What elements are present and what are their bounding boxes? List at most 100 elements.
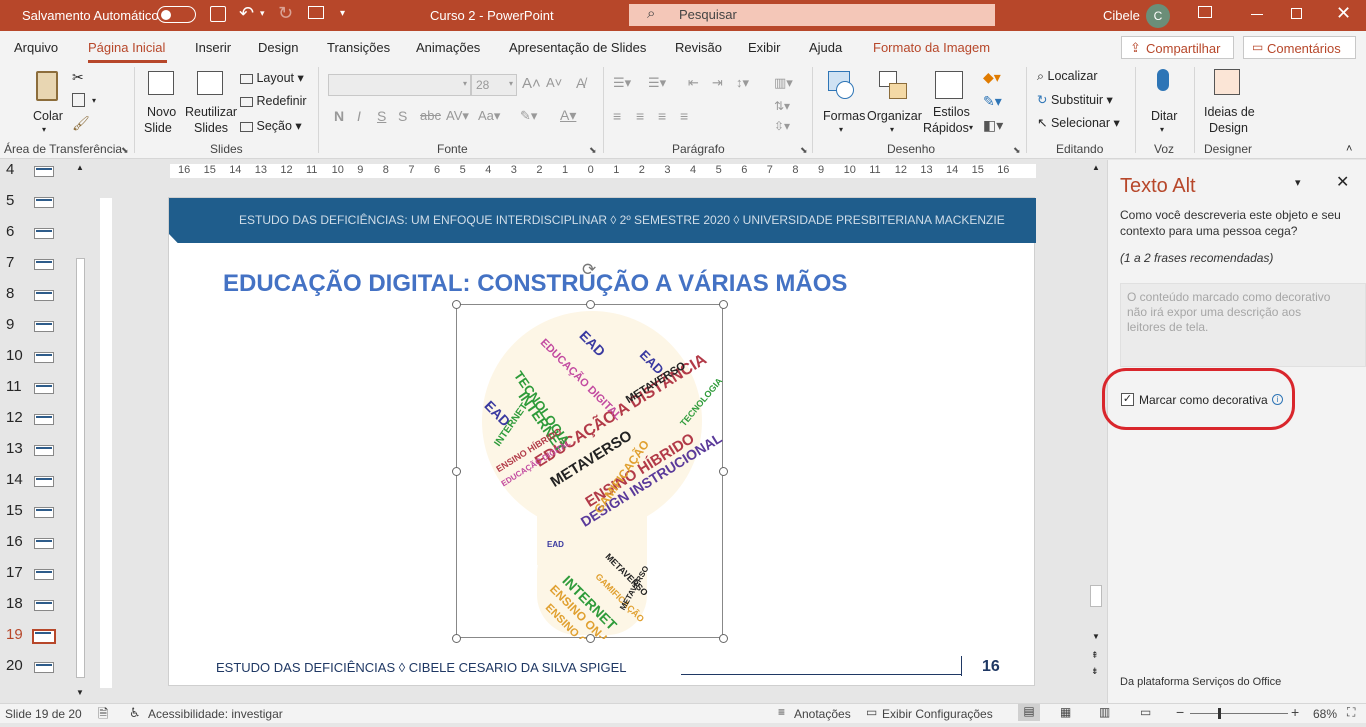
zoom-level[interactable]: 68%	[1313, 707, 1337, 721]
slide-footer[interactable]: ESTUDO DAS DEFICIÊNCIAS ◊ CIBELE CESARIO…	[216, 660, 627, 675]
slide-thumbnail[interactable]: 6	[0, 223, 60, 243]
reset-button[interactable]: Redefinir	[240, 94, 307, 108]
save-icon[interactable]	[210, 6, 226, 22]
reuse-slides-button[interactable]: Reutilizar Slides	[185, 69, 237, 139]
previous-slide-icon[interactable]: ⇞	[1091, 650, 1099, 661]
new-slide-button[interactable]: Novo Slide	[142, 69, 182, 139]
undo-dropdown-icon[interactable]: ▾	[260, 8, 265, 19]
ribbon-display-icon[interactable]	[1198, 6, 1212, 18]
format-painter-icon[interactable]: 🖌	[72, 115, 90, 132]
slide-thumbnail[interactable]: 14	[0, 471, 60, 491]
user-name[interactable]: Cibele	[1103, 8, 1140, 23]
resize-handle[interactable]	[452, 467, 461, 476]
slide-thumbnail[interactable]: 9	[0, 316, 60, 336]
slide-thumbnail[interactable]: 5	[0, 192, 60, 212]
editor-scrollbar[interactable]: ▲ ▼ ⇞ ⇟	[1088, 160, 1104, 703]
close-icon[interactable]: ✕	[1336, 3, 1351, 24]
slide-thumbnail[interactable]: 4	[0, 161, 60, 181]
text-direction-icon[interactable]: ⇅▾	[774, 99, 790, 113]
slide-canvas[interactable]: ESTUDO DAS DEFICIÊNCIAS: UM ENFOQUE INTE…	[168, 197, 1036, 686]
highlight-icon[interactable]: ✎▾	[520, 108, 537, 124]
grow-font-icon[interactable]: A˄	[522, 75, 541, 92]
undo-icon[interactable]: ↶	[239, 3, 254, 24]
notes-icon[interactable]: ≡	[778, 705, 785, 719]
design-ideas-button[interactable]: Ideias de Design	[1200, 69, 1256, 139]
shrink-font-icon[interactable]: A˅	[546, 75, 562, 90]
case-icon[interactable]: Aa▾	[478, 108, 500, 124]
tab-pagina-inicial[interactable]: Página Inicial	[88, 40, 165, 55]
present-icon[interactable]	[308, 6, 324, 19]
slide-thumbnail[interactable]: 12	[0, 409, 60, 429]
italic-icon[interactable]: I	[357, 108, 361, 124]
tab-arquivo[interactable]: Arquivo	[14, 40, 58, 55]
resize-handle[interactable]	[586, 634, 595, 643]
bullets-icon[interactable]: ☰▾	[613, 75, 631, 91]
strikethrough-icon[interactable]: abc	[420, 108, 441, 123]
underline-icon[interactable]: S	[377, 108, 386, 124]
avatar[interactable]: C	[1146, 4, 1170, 28]
fit-slide-icon[interactable]: ⛶	[1347, 705, 1355, 720]
cut-icon[interactable]: ✂	[72, 69, 84, 86]
decorative-checkbox[interactable]: ✓	[1121, 393, 1134, 406]
tab-apresentacao[interactable]: Apresentação de Slides	[509, 40, 646, 55]
paragraph-launcher-icon[interactable]: ⬊	[800, 145, 808, 156]
scroll-down-icon[interactable]: ▼	[76, 688, 84, 697]
zoom-slider-thumb[interactable]	[1218, 708, 1221, 719]
tab-formato-imagem[interactable]: Formato da Imagem	[873, 40, 990, 55]
copy-dropdown-icon[interactable]: ▾	[92, 96, 96, 105]
minimize-icon[interactable]	[1251, 14, 1263, 15]
slideshow-icon[interactable]: ▭	[1140, 705, 1151, 719]
rotate-handle-icon[interactable]: ⟳	[582, 260, 596, 280]
spacing-icon[interactable]: AV▾	[446, 108, 469, 124]
scroll-down-icon[interactable]: ▼	[1092, 632, 1100, 641]
next-slide-icon[interactable]: ⇟	[1091, 666, 1099, 677]
slide-thumbnail[interactable]: 17	[0, 564, 60, 584]
normal-view-icon[interactable]: ▤	[1018, 704, 1040, 721]
shadow-icon[interactable]: S	[398, 108, 407, 124]
shape-effects-icon[interactable]: ◧▾	[983, 117, 1003, 134]
drawing-launcher-icon[interactable]: ⬊	[1013, 145, 1021, 156]
section-button[interactable]: Seção ▾	[240, 118, 302, 133]
resize-handle[interactable]	[452, 300, 461, 309]
slide-thumbnail[interactable]: 20	[0, 657, 60, 677]
find-button[interactable]: ⌕ Localizar	[1037, 69, 1098, 84]
quick-styles-button[interactable]: Estilos Rápidos ▾	[923, 69, 977, 139]
paste-button[interactable]: Colar ▾	[30, 69, 66, 139]
pane-close-icon[interactable]: ✕	[1336, 172, 1349, 192]
slide-thumbnail[interactable]: 19	[0, 626, 60, 646]
tab-revisao[interactable]: Revisão	[675, 40, 722, 55]
display-settings-button[interactable]: Exibir Configurações	[882, 707, 993, 721]
tab-exibir[interactable]: Exibir	[748, 40, 781, 55]
customize-qat-icon[interactable]: ▾	[340, 8, 345, 19]
justify-icon[interactable]: ≡	[680, 108, 688, 124]
slide-title[interactable]: EDUCAÇÃO DIGITAL: CONSTRUÇÃO A VÁRIAS MÃ…	[223, 270, 847, 298]
slide-sorter-icon[interactable]: ▦	[1060, 705, 1071, 719]
font-size-select[interactable]: 28 ▾	[471, 74, 517, 96]
comments-button[interactable]: ▭ Comentários	[1243, 36, 1356, 59]
accessibility-icon[interactable]: ♿	[129, 705, 141, 721]
notes-button[interactable]: Anotações	[794, 707, 851, 721]
redo-icon[interactable]: ↻	[278, 3, 293, 24]
slide-thumbnail[interactable]: 7	[0, 254, 60, 274]
align-right-icon[interactable]: ≡	[658, 108, 666, 124]
slide-thumbnail[interactable]: 16	[0, 533, 60, 553]
decrease-indent-icon[interactable]: ⇤	[688, 75, 699, 91]
reading-view-icon[interactable]: ▥	[1099, 705, 1110, 719]
resize-handle[interactable]	[719, 467, 728, 476]
share-button[interactable]: ⇪ Compartilhar	[1121, 36, 1234, 59]
slide-thumbnail[interactable]: 13	[0, 440, 60, 460]
font-launcher-icon[interactable]: ⬊	[589, 145, 597, 156]
display-settings-icon[interactable]: ▭	[866, 705, 877, 719]
shape-outline-icon[interactable]: ✎▾	[983, 93, 1002, 110]
slide-thumbnail[interactable]: 11	[0, 378, 60, 398]
slide-thumbnail[interactable]: 8	[0, 285, 60, 305]
dictate-button[interactable]: Ditar ▾	[1142, 69, 1186, 139]
slide-thumbnail[interactable]: 10	[0, 347, 60, 367]
shapes-button[interactable]: Formas ▾	[820, 69, 866, 139]
zoom-slider[interactable]	[1190, 713, 1288, 714]
word-cloud-image[interactable]: EDUCAÇÃO A DISTÂNCIA METAVERSO ENSINO HÍBR…	[456, 304, 724, 639]
slide-thumbnail[interactable]: 18	[0, 595, 60, 615]
slide-page-number[interactable]: 16	[982, 658, 1000, 676]
resize-handle[interactable]	[452, 634, 461, 643]
font-name-select[interactable]: ▾	[328, 74, 471, 96]
